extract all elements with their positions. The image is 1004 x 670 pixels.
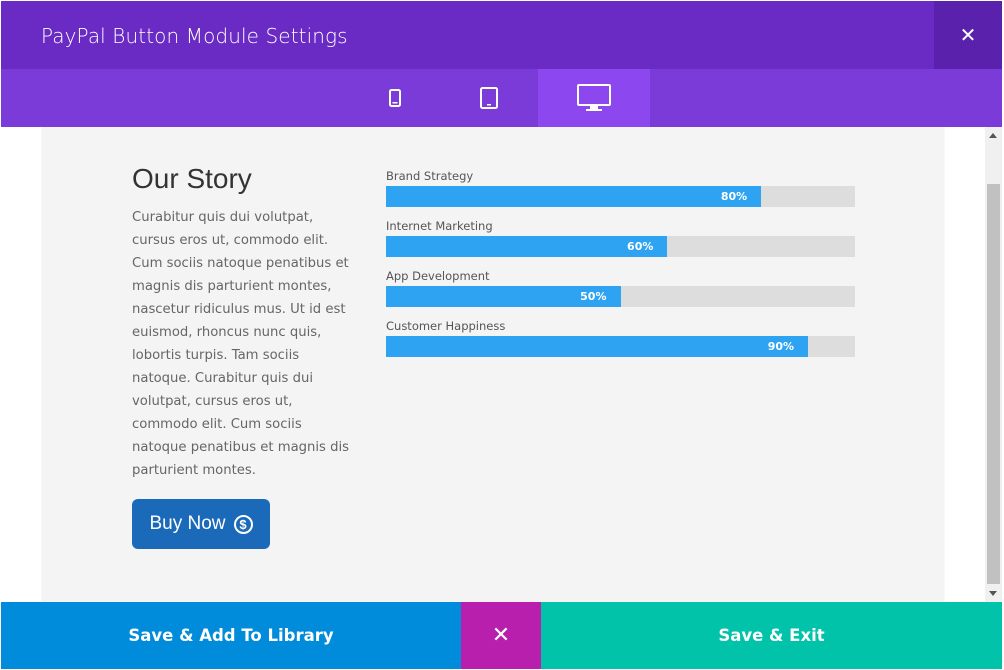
preview-viewport: Our Story Curabitur quis dui volutpat, c…	[1, 127, 1002, 602]
bar-percent: 50%	[580, 290, 607, 303]
device-preview-bar	[1, 69, 1002, 127]
module-settings-modal: PayPal Button Module Settings ✕ Our Stor…	[1, 1, 1002, 669]
desktop-icon	[577, 84, 611, 111]
bar-percent: 90%	[767, 340, 795, 353]
close-icon: ✕	[491, 623, 511, 648]
scroll-down-icon[interactable]	[989, 591, 997, 596]
save-exit-button[interactable]: Save & Exit	[541, 602, 1002, 669]
save-add-to-library-label: Save & Add To Library	[128, 626, 334, 645]
desktop-view-button[interactable]	[538, 69, 650, 127]
dollar-circle-icon: $	[233, 514, 253, 534]
title-bar: PayPal Button Module Settings ✕	[1, 1, 1002, 69]
bar-percent: 80%	[720, 190, 748, 203]
bar-fill: 90%	[386, 336, 809, 357]
story-heading: Our Story	[132, 163, 252, 194]
close-button[interactable]: ✕	[934, 1, 1002, 69]
bar-counter: App Development 50%	[386, 269, 855, 319]
skill-bars: Brand Strategy 80% Internet Marketing 60…	[386, 169, 855, 369]
save-add-to-library-button[interactable]: Save & Add To Library	[1, 602, 461, 669]
bar-fill: 60%	[386, 236, 668, 257]
bar-fill: 50%	[386, 286, 621, 307]
bar-counter: Brand Strategy 80%	[386, 169, 855, 219]
modal-footer: Save & Add To Library ✕ Save & Exit	[1, 602, 1002, 669]
buy-now-button[interactable]: Buy Now $	[132, 499, 270, 549]
bar-track: 60%	[386, 236, 855, 257]
bar-label: App Development	[386, 269, 490, 283]
modal-title: PayPal Button Module Settings	[41, 24, 348, 48]
tablet-icon	[480, 87, 498, 109]
bar-counter: Customer Happiness 90%	[386, 319, 855, 369]
bar-label: Customer Happiness	[386, 319, 506, 333]
vertical-scrollbar[interactable]	[985, 127, 1002, 602]
bar-label: Internet Marketing	[386, 219, 493, 233]
save-exit-label: Save & Exit	[718, 626, 825, 645]
scroll-up-icon[interactable]	[989, 133, 997, 138]
bar-percent: 60%	[627, 240, 654, 253]
bar-track: 80%	[386, 186, 855, 207]
cancel-button[interactable]: ✕	[461, 602, 541, 669]
story-paragraph: Curabitur quis dui volutpat, cursus eros…	[132, 210, 350, 478]
buy-now-label: Buy Now	[149, 513, 226, 534]
bar-label: Brand Strategy	[386, 169, 474, 183]
phone-icon	[389, 89, 401, 107]
scrollbar-thumb[interactable]	[987, 184, 1000, 584]
bar-counter: Internet Marketing 60%	[386, 219, 855, 269]
bar-track: 90%	[386, 336, 855, 357]
bar-fill: 80%	[386, 186, 762, 207]
close-icon: ✕	[959, 23, 977, 47]
preview-canvas: Our Story Curabitur quis dui volutpat, c…	[42, 127, 944, 602]
tablet-view-button[interactable]	[433, 69, 545, 127]
bar-track: 50%	[386, 286, 855, 307]
